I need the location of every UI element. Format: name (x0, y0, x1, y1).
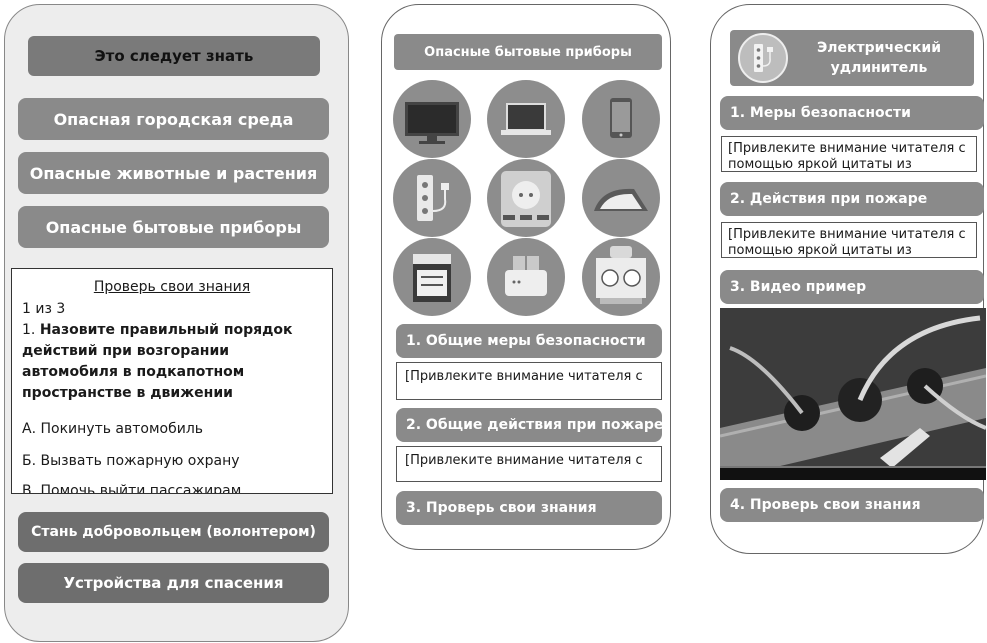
quote-placeholder-3[interactable]: [Привлеките внимание читателя с помощью … (721, 136, 977, 172)
laptop-icon[interactable] (487, 80, 565, 158)
section-button-safety[interactable]: 1. Меры безопасности (720, 96, 984, 130)
quote-placeholder-4[interactable]: [Привлеките внимание читателя с помощью … (721, 222, 977, 258)
quiz-question-number: 1. (22, 322, 36, 338)
volunteer-button[interactable]: Стань добровольцем (волонтером) (18, 512, 329, 552)
extension-cord-icon (738, 33, 788, 83)
socket-icon[interactable] (487, 159, 565, 237)
quiz-question-text: Назовите правильный порядок действий при… (22, 322, 293, 401)
rescue-devices-button[interactable]: Устройства для спасения (18, 563, 329, 603)
quote-text-2: [Привлеките внимание читателя с (405, 453, 643, 468)
quote-text-1: [Привлеките внимание читателя с (405, 369, 643, 384)
menu-button-urban[interactable]: Опасная городская среда (18, 98, 329, 140)
quiz-answer-b[interactable]: Б. Вызвать пожарную охрану (22, 453, 240, 469)
quote-text-3b: помощью яркой цитаты из (728, 157, 912, 172)
menu-button-animals[interactable]: Опасные животные и растения (18, 152, 329, 194)
quote-text-4: [Привлеките внимание читателя с (728, 227, 966, 242)
quote-placeholder-1[interactable]: [Привлеките внимание читателя с (396, 362, 662, 400)
quiz-counter: 1 из 3 (22, 301, 66, 317)
section-button-video[interactable]: 3. Видео пример (720, 270, 984, 304)
section-header-button[interactable]: Это следует знать (28, 36, 320, 76)
quiz-answer-a[interactable]: А. Покинуть автомобиль (22, 421, 203, 437)
video-thumbnail (720, 308, 986, 480)
section-button-quiz[interactable]: 4. Проверь свои знания (720, 488, 984, 522)
section-button-general-safety[interactable]: 1. Общие меры безопасности (396, 324, 662, 358)
quote-text-3: [Привлеките внимание читателя с (728, 141, 966, 156)
appliances-title[interactable]: Опасные бытовые приборы (394, 34, 662, 70)
section-button-fire[interactable]: 2. Действия при пожаре (720, 182, 984, 216)
section-button-check-knowledge[interactable]: 3. Проверь свои знания (396, 491, 662, 525)
extension-cord-title: Электрический удлинитель (817, 40, 941, 76)
menu-button-appliances[interactable]: Опасные бытовые приборы (18, 206, 329, 248)
quiz-answer-c[interactable]: В. Помочь выйти пассажирам (22, 483, 241, 493)
quote-text-4b: помощью яркой цитаты из (728, 243, 912, 258)
heater-icon[interactable] (582, 238, 660, 316)
video-player[interactable] (720, 308, 986, 480)
quiz-question: 1. Назовите правильный порядок действий … (22, 320, 322, 404)
quiz-panel: Проверь свои знания 1 из 3 1. Назовите п… (11, 268, 333, 494)
quiz-title[interactable]: Проверь свои знания (12, 279, 332, 295)
iron-icon[interactable] (582, 159, 660, 237)
tv-icon[interactable] (393, 80, 471, 158)
extension-cord-header: Электрический удлинитель (730, 30, 974, 86)
section-button-fire-actions[interactable]: 2. Общие действия при пожаре (396, 408, 663, 442)
power-strip-icon[interactable] (393, 159, 471, 237)
smartphone-icon[interactable] (582, 80, 660, 158)
stove-icon[interactable] (393, 238, 471, 316)
quote-placeholder-2[interactable]: [Привлеките внимание читателя с (396, 446, 662, 482)
toaster-icon[interactable] (487, 238, 565, 316)
